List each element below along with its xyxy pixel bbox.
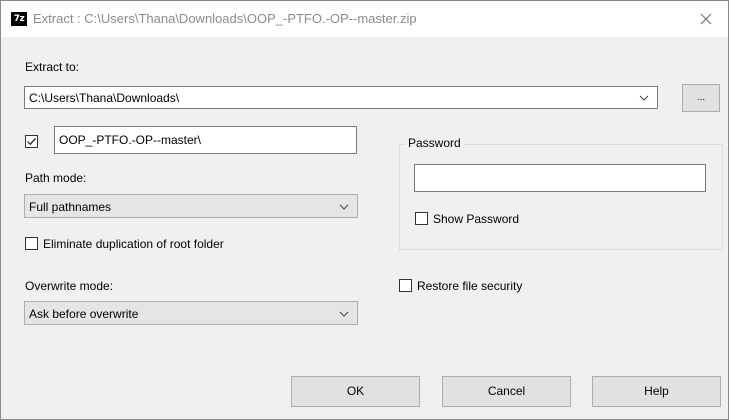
browse-button[interactable]: ... xyxy=(682,84,720,112)
restore-security-checkbox[interactable] xyxy=(399,279,412,292)
overwrite-mode-value: Ask before overwrite xyxy=(29,307,139,321)
7zip-app-icon: 7z xyxy=(11,12,27,26)
subfolder-value: OOP_-PTFO.-OP--master\ xyxy=(59,133,202,147)
overwrite-mode-select[interactable]: Ask before overwrite xyxy=(24,301,358,325)
chevron-down-icon[interactable] xyxy=(639,95,649,101)
chevron-down-icon xyxy=(339,204,349,210)
show-password-checkbox[interactable] xyxy=(415,212,428,225)
extract-to-value: C:\Users\Thana\Downloads\ xyxy=(29,91,180,105)
chevron-down-icon xyxy=(339,311,349,317)
show-password-label[interactable]: Show Password xyxy=(433,212,519,226)
subfolder-input[interactable]: OOP_-PTFO.-OP--master\ xyxy=(54,126,357,154)
ok-button[interactable]: OK xyxy=(291,376,420,407)
path-mode-select[interactable]: Full pathnames xyxy=(24,194,358,218)
extract-to-label: Extract to: xyxy=(25,60,80,74)
window-title: Extract : C:\Users\Thana\Downloads\OOP_-… xyxy=(33,11,417,26)
checkmark-icon xyxy=(27,137,36,146)
password-input[interactable] xyxy=(414,164,706,192)
close-button[interactable] xyxy=(684,1,728,37)
cancel-button[interactable]: Cancel xyxy=(442,376,571,407)
restore-security-label[interactable]: Restore file security xyxy=(417,279,522,293)
eliminate-duplication-label[interactable]: Eliminate duplication of root folder xyxy=(43,237,224,251)
password-group-label: Password xyxy=(405,136,464,150)
extract-dialog: 7z Extract : C:\Users\Thana\Downloads\OO… xyxy=(0,0,729,420)
path-mode-value: Full pathnames xyxy=(29,200,112,214)
extract-to-combobox[interactable]: C:\Users\Thana\Downloads\ xyxy=(24,86,658,109)
eliminate-duplication-checkbox[interactable] xyxy=(25,237,38,250)
path-mode-label: Path mode: xyxy=(25,171,87,185)
overwrite-mode-label: Overwrite mode: xyxy=(25,279,114,293)
title-bar: 7z Extract : C:\Users\Thana\Downloads\OO… xyxy=(1,1,728,37)
help-button[interactable]: Help xyxy=(592,376,721,407)
subfolder-checkbox[interactable] xyxy=(25,135,38,148)
close-icon xyxy=(700,13,712,25)
password-group xyxy=(399,144,723,250)
